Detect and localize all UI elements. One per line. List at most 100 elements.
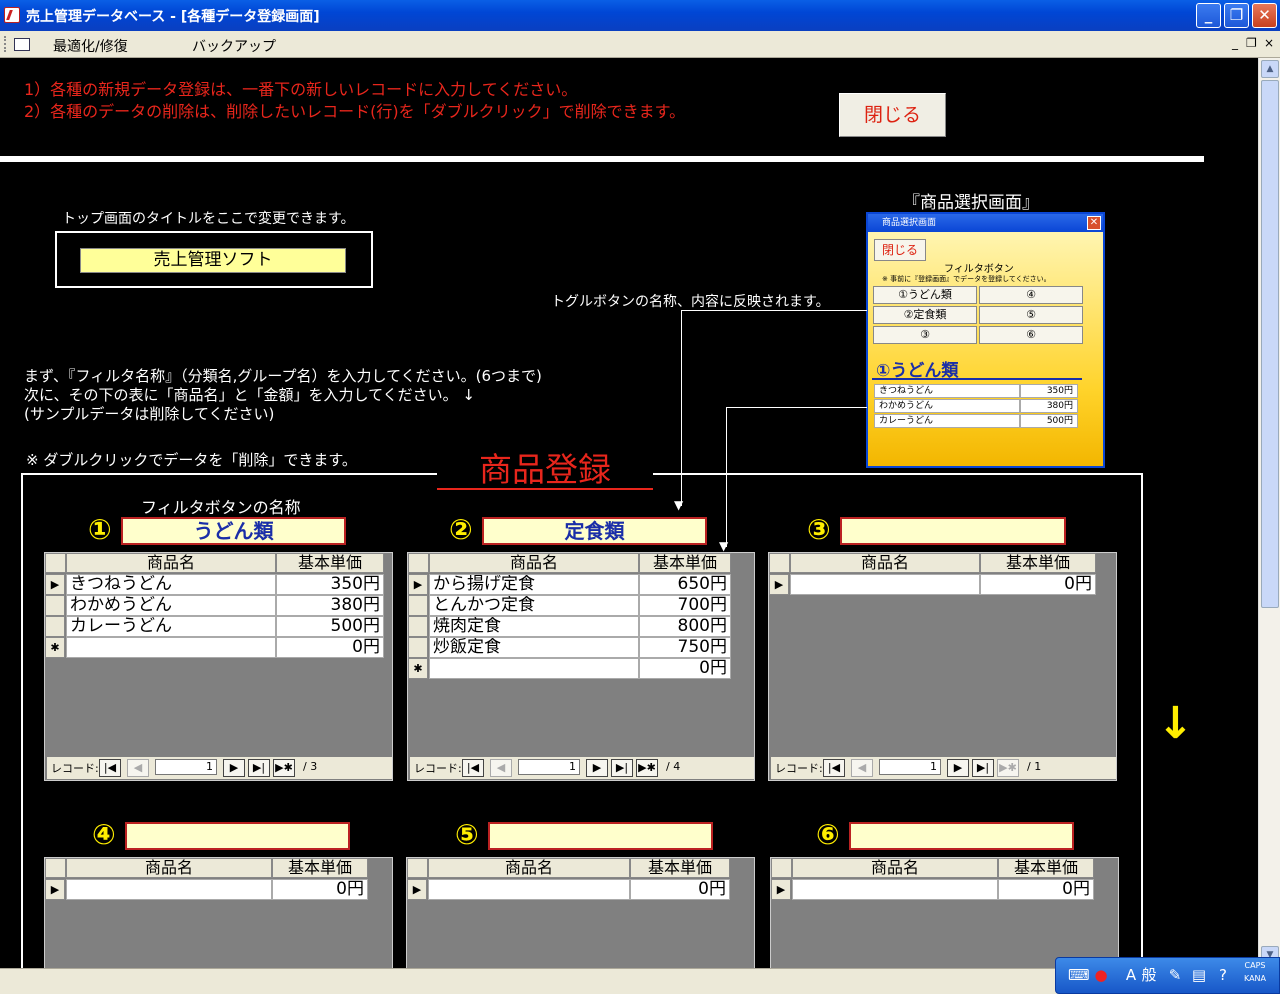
keyboard-icon[interactable]: ⌨	[1068, 966, 1090, 984]
record-number-input[interactable]: 1	[879, 759, 941, 775]
price-cell[interactable]: 500円	[276, 616, 384, 637]
price-cell[interactable]: 700円	[639, 595, 731, 616]
last-record-button[interactable]: ▶|	[248, 759, 270, 777]
product-name-cell[interactable]: から揚げ定食	[429, 574, 639, 595]
new-record-row[interactable]: ▶ 0円	[771, 879, 1094, 900]
filter-name-input[interactable]: 定食類	[482, 517, 707, 545]
first-record-button[interactable]: |◀	[99, 759, 121, 777]
column-header-name[interactable]: 商品名	[66, 858, 272, 878]
column-header-name[interactable]: 商品名	[66, 553, 276, 573]
product-name-cell[interactable]: 炒飯定食	[429, 637, 639, 658]
row-selector[interactable]	[408, 637, 428, 658]
new-record-selector[interactable]: ▶	[771, 879, 791, 900]
new-record-row[interactable]: ▶ 0円	[45, 879, 368, 900]
table-row[interactable]: 炒飯定食 750円	[408, 637, 731, 658]
filter-name-input[interactable]	[840, 517, 1066, 545]
new-record-selector[interactable]: ✱	[45, 637, 65, 658]
price-cell[interactable]: 650円	[639, 574, 731, 595]
new-record-button[interactable]: ▶✱	[997, 759, 1019, 777]
first-record-button[interactable]: |◀	[823, 759, 845, 777]
new-record-selector[interactable]: ▶	[45, 879, 65, 900]
new-record-row[interactable]: ▶ 0円	[769, 574, 1096, 595]
column-header-price[interactable]: 基本単価	[639, 553, 731, 573]
price-cell[interactable]: 0円	[639, 658, 731, 679]
last-record-button[interactable]: ▶|	[611, 759, 633, 777]
filter-name-input[interactable]	[488, 822, 713, 850]
column-header-price[interactable]: 基本単価	[980, 553, 1096, 573]
product-name-cell[interactable]: 焼肉定食	[429, 616, 639, 637]
product-name-cell[interactable]: わかめうどん	[66, 595, 276, 616]
product-name-cell[interactable]	[790, 574, 980, 595]
new-record-selector[interactable]: ▶	[769, 574, 789, 595]
price-cell[interactable]: 750円	[639, 637, 731, 658]
new-record-row[interactable]: ✱ 0円	[45, 637, 384, 658]
new-record-row[interactable]: ▶ 0円	[407, 879, 730, 900]
record-number-input[interactable]: 1	[518, 759, 580, 775]
column-header-name[interactable]: 商品名	[429, 553, 639, 573]
previous-record-button[interactable]: ◀	[851, 759, 873, 777]
ime-mode[interactable]: A	[1122, 966, 1140, 984]
access-app-icon[interactable]	[4, 7, 20, 23]
column-header-name[interactable]: 商品名	[428, 858, 630, 878]
top-title-input[interactable]: 売上管理ソフト	[80, 248, 346, 273]
vertical-scrollbar[interactable]: ▲ ▼	[1258, 58, 1280, 968]
product-name-cell[interactable]	[66, 637, 276, 658]
last-record-button[interactable]: ▶|	[972, 759, 994, 777]
help-icon[interactable]: ?	[1214, 966, 1232, 984]
table-row[interactable]: ▶ から揚げ定食 650円	[408, 574, 731, 595]
record-number-input[interactable]: 1	[155, 759, 217, 775]
column-header-name[interactable]: 商品名	[790, 553, 980, 573]
row-selector[interactable]	[408, 616, 428, 637]
input-method-icon[interactable]: ●	[1092, 966, 1110, 984]
close-form-button[interactable]: 閉じる	[839, 93, 946, 137]
mdi-restore-button[interactable]: ❐	[1246, 36, 1257, 50]
previous-record-button[interactable]: ◀	[127, 759, 149, 777]
price-cell[interactable]: 0円	[630, 879, 730, 900]
scroll-up-button[interactable]: ▲	[1261, 60, 1279, 78]
previous-record-button[interactable]: ◀	[490, 759, 512, 777]
ime-pad-icon[interactable]: ✎	[1166, 966, 1184, 984]
row-selector[interactable]: ▶	[45, 574, 65, 595]
product-name-cell[interactable]	[428, 879, 630, 900]
product-name-cell[interactable]	[792, 879, 998, 900]
filter-name-input[interactable]	[125, 822, 350, 850]
table-row[interactable]: カレーうどん 500円	[45, 616, 384, 637]
column-header-price[interactable]: 基本単価	[630, 858, 730, 878]
price-cell[interactable]: 350円	[276, 574, 384, 595]
product-name-cell[interactable]	[429, 658, 639, 679]
filter-name-input[interactable]	[849, 822, 1074, 850]
column-header-name[interactable]: 商品名	[792, 858, 998, 878]
column-header-price[interactable]: 基本単価	[276, 553, 384, 573]
menu-optimize-repair[interactable]: 最適化/修復	[53, 36, 128, 56]
scroll-thumb[interactable]	[1261, 80, 1279, 608]
ime-tools-icon[interactable]: ▤	[1190, 966, 1208, 984]
price-cell[interactable]: 0円	[998, 879, 1094, 900]
new-record-button[interactable]: ▶✱	[273, 759, 295, 777]
new-record-selector[interactable]: ✱	[408, 658, 428, 679]
next-record-button[interactable]: ▶	[947, 759, 969, 777]
table-row[interactable]: 焼肉定食 800円	[408, 616, 731, 637]
row-selector[interactable]	[45, 595, 65, 616]
table-row[interactable]: とんかつ定食 700円	[408, 595, 731, 616]
mdi-close-button[interactable]: ×	[1264, 36, 1274, 50]
mdi-minimize-button[interactable]: _	[1232, 36, 1238, 50]
next-record-button[interactable]: ▶	[586, 759, 608, 777]
menu-backup[interactable]: バックアップ	[192, 36, 276, 56]
product-name-cell[interactable]: カレーうどん	[66, 616, 276, 637]
row-selector[interactable]	[408, 595, 428, 616]
language-bar[interactable]: ⌨ ● A 般 ✎ ▤ ? CAPS KANA	[1055, 957, 1280, 994]
minimize-button[interactable]: _	[1196, 3, 1221, 28]
restore-button[interactable]: ❐	[1224, 3, 1249, 28]
next-record-button[interactable]: ▶	[223, 759, 245, 777]
price-cell[interactable]: 380円	[276, 595, 384, 616]
column-header-price[interactable]: 基本単価	[998, 858, 1094, 878]
product-name-cell[interactable]	[66, 879, 272, 900]
close-window-button[interactable]: ✕	[1252, 3, 1277, 28]
row-selector[interactable]: ▶	[408, 574, 428, 595]
form-icon[interactable]	[4, 36, 30, 52]
row-selector[interactable]	[45, 616, 65, 637]
price-cell[interactable]: 0円	[276, 637, 384, 658]
filter-name-input[interactable]: うどん類	[121, 517, 346, 545]
new-record-button[interactable]: ▶✱	[636, 759, 658, 777]
table-row[interactable]: わかめうどん 380円	[45, 595, 384, 616]
